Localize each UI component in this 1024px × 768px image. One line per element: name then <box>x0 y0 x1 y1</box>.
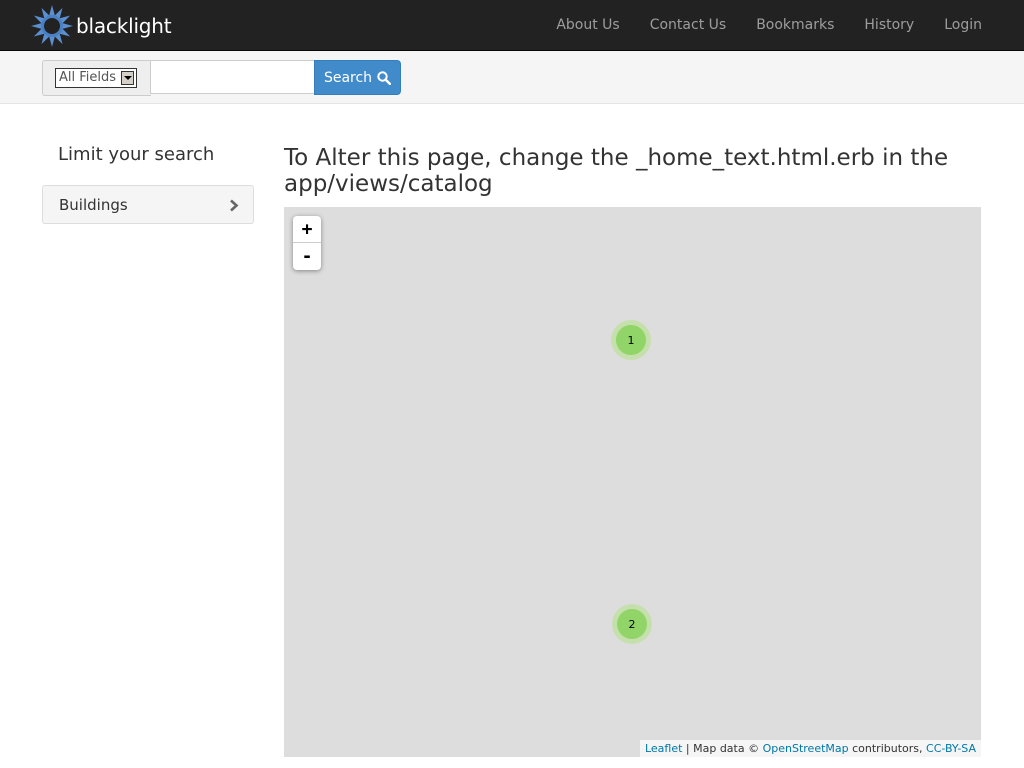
search-button[interactable]: Search <box>314 60 401 95</box>
nav-history[interactable]: History <box>864 17 914 33</box>
search-field-addon: All Fields <box>42 60 151 96</box>
brand-name: blacklight <box>76 13 172 38</box>
brand-logo-link[interactable]: blacklight <box>31 3 172 48</box>
attribution-text: contributors, <box>848 742 927 755</box>
openstreetmap-link[interactable]: OpenStreetMap <box>763 742 849 755</box>
nav-links: About Us Contact Us Bookmarks History Lo… <box>526 0 982 50</box>
license-link[interactable]: CC-BY-SA <box>926 742 976 755</box>
leaflet-link[interactable]: Leaflet <box>645 742 682 755</box>
dropdown-arrow-icon[interactable] <box>121 71 134 85</box>
page-title: To Alter this page, change the _home_tex… <box>284 145 949 197</box>
search-field-select[interactable]: All Fields <box>55 68 137 88</box>
sidebar-heading: Limit your search <box>58 144 215 165</box>
nav-bookmarks[interactable]: Bookmarks <box>756 17 834 33</box>
search-field-selected-value: All Fields <box>59 70 117 85</box>
facet-buildings[interactable]: Buildings <box>42 185 254 224</box>
nav-login[interactable]: Login <box>944 17 982 33</box>
chevron-right-icon <box>230 199 239 212</box>
facet-label: Buildings <box>59 196 128 214</box>
search-icon <box>377 70 392 85</box>
zoom-in-button[interactable]: + <box>293 216 321 243</box>
search-input[interactable] <box>150 60 315 94</box>
zoom-control: + - <box>293 216 321 270</box>
zoom-out-button[interactable]: - <box>293 243 321 270</box>
map-attribution: Leaflet | Map data © OpenStreetMap contr… <box>639 740 981 757</box>
search-button-label: Search <box>323 69 373 86</box>
map-container[interactable]: + - 1 2 Leaflet | Map data © OpenStreetM… <box>284 207 981 757</box>
cluster-count: 2 <box>617 609 647 639</box>
blacklight-logo-icon <box>31 4 73 47</box>
attribution-text: | Map data © <box>682 742 763 755</box>
search-bar: All Fields Search <box>0 51 1024 104</box>
map-cluster-marker[interactable]: 1 <box>611 320 651 360</box>
top-navbar: blacklight About Us Contact Us Bookmarks… <box>0 0 1024 51</box>
cluster-count: 1 <box>616 325 646 355</box>
nav-about-us[interactable]: About Us <box>556 17 619 33</box>
nav-contact-us[interactable]: Contact Us <box>650 17 726 33</box>
map-cluster-marker[interactable]: 2 <box>612 604 652 644</box>
